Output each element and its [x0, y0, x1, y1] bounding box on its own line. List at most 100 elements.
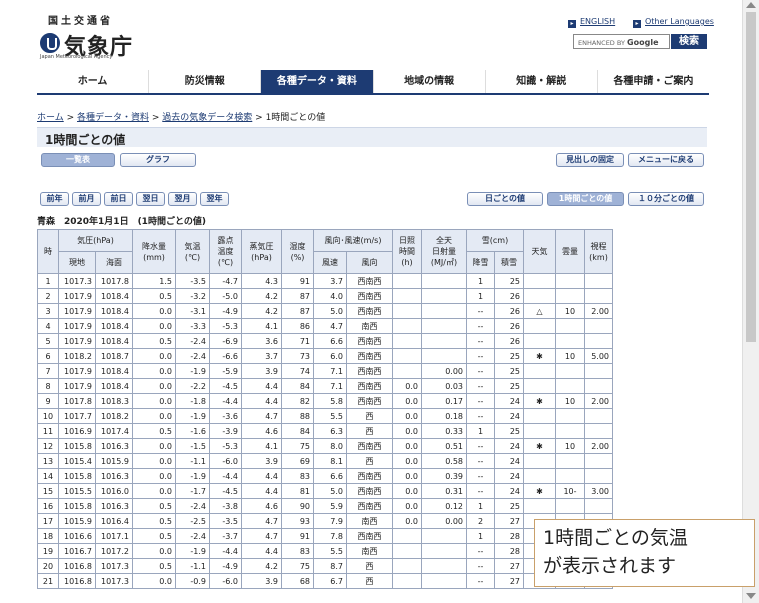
table-cell: 3.6: [241, 333, 282, 349]
table-row: 21 1016.8 1017.3 0.0 -0.9 -6.0 3.9 68 6.7 西 -- 27: [37, 573, 613, 589]
next-month-button[interactable]: 翌月: [168, 192, 197, 206]
table-cell: 0.12: [421, 498, 467, 514]
table-cell: 1016.0: [95, 483, 133, 499]
fix-header-button[interactable]: 見出しの固定: [556, 153, 624, 167]
table-cell: 3.9: [241, 363, 282, 379]
table-cell: 1017.3: [58, 273, 96, 289]
table-cell: 1018.4: [95, 318, 133, 334]
table-cell: [584, 318, 613, 334]
table-cell: [555, 318, 585, 334]
table-cell: 27: [494, 573, 524, 589]
table-cell: -3.1: [175, 303, 210, 319]
table-cell: 26: [494, 288, 524, 304]
table-cell: [584, 273, 613, 289]
table-cell: [555, 423, 585, 439]
table-cell: 1018.4: [95, 288, 133, 304]
table-cell: 25: [494, 498, 524, 514]
table-cell: 74: [281, 363, 314, 379]
table-cell: ✱: [523, 483, 556, 499]
table-cell: 1.5: [132, 273, 176, 289]
table-cell: 1017.9: [58, 303, 96, 319]
table-cell: 4.4: [241, 483, 282, 499]
table-cell: 6.6: [313, 468, 347, 484]
graph-view-button[interactable]: グラフ: [120, 153, 196, 167]
scroll-thumb[interactable]: [746, 12, 756, 342]
table-cell: 25: [494, 273, 524, 289]
prev-year-button[interactable]: 前年: [40, 192, 69, 206]
table-cell: 4.4: [241, 393, 282, 409]
table-cell: 0.31: [421, 483, 467, 499]
other-languages-link[interactable]: ▸ Other Languages: [633, 17, 714, 28]
table-cell: -1.9: [175, 468, 210, 484]
table-cell: 6.0: [313, 348, 347, 364]
search-input[interactable]: ENHANCED BY Google: [573, 34, 670, 49]
breadcrumb-data[interactable]: 各種データ・資料: [77, 113, 149, 123]
table-cell: 6.6: [313, 333, 347, 349]
table-cell: 83: [281, 468, 314, 484]
table-cell: 0.0: [392, 438, 422, 454]
table-cell: 4.7: [313, 318, 347, 334]
table-cell: 24: [494, 468, 524, 484]
table-cell: 25: [494, 423, 524, 439]
table-cell: 27: [494, 513, 524, 529]
nav-regional[interactable]: 地域の情報: [372, 70, 485, 93]
table-cell: -1.5: [175, 438, 210, 454]
scroll-up-icon[interactable]: [746, 2, 756, 8]
annotation-callout: 1時間ごとの気温 が表示されます: [534, 519, 755, 587]
scroll-down-icon[interactable]: [746, 593, 756, 599]
table-cell: 0.0: [132, 408, 176, 424]
breadcrumb-home[interactable]: ホーム: [37, 113, 64, 123]
table-cell: -2.5: [175, 513, 210, 529]
table-cell: 14: [37, 468, 59, 484]
table-cell: -2.4: [175, 498, 210, 514]
table-cell: -1.9: [175, 543, 210, 559]
nav-data[interactable]: 各種データ・資料: [260, 70, 373, 93]
table-cell: [555, 333, 585, 349]
table-cell: 86: [281, 318, 314, 334]
table-row: 9 1017.8 1018.3 0.0 -1.8 -4.4 4.4 82 5.8 西南西 0.0 0.…: [37, 393, 613, 409]
breadcrumb-past-data[interactable]: 過去の気象データ検索: [162, 113, 252, 123]
next-year-button[interactable]: 翌年: [200, 192, 229, 206]
vertical-scrollbar[interactable]: [742, 0, 759, 603]
table-row: 12 1015.8 1016.3 0.0 -1.5 -5.3 4.1 75 8.0 西南西 0.0 0…: [37, 438, 613, 454]
col-snow: 雪(cm): [466, 229, 524, 252]
table-view-button[interactable]: 一覧表: [41, 153, 115, 167]
table-cell: [392, 528, 422, 544]
english-link[interactable]: ▸ ENGLISH: [568, 17, 615, 28]
table-row: 2 1017.9 1018.4 0.5 -3.2 -5.0 4.2 87 4.0 西南西 1 26: [37, 288, 613, 304]
next-day-button[interactable]: 翌日: [136, 192, 165, 206]
table-cell: 1016.6: [58, 528, 96, 544]
table-cell: 1: [466, 528, 495, 544]
table-cell: 5.00: [584, 348, 613, 364]
table-cell: 0.0: [132, 543, 176, 559]
col-radiation: 全天 日射量 (MJ/㎡): [421, 229, 467, 274]
table-cell: 0.0: [392, 423, 422, 439]
nav-applications[interactable]: 各種申請・ご案内: [596, 70, 709, 93]
table-cell: -3.8: [209, 498, 242, 514]
table-cell: 0.0: [132, 573, 176, 589]
daily-values-button[interactable]: 日ごとの値: [467, 192, 543, 206]
nav-knowledge[interactable]: 知識・解説: [484, 70, 597, 93]
prev-day-button[interactable]: 前日: [104, 192, 133, 206]
nav-home[interactable]: ホーム: [37, 70, 148, 93]
prev-month-button[interactable]: 前月: [72, 192, 101, 206]
page: 国土交通省 気象庁 Japan Meteorological Agency ▸ E…: [0, 0, 759, 603]
search-button[interactable]: 検索: [671, 34, 707, 49]
table-cell: -3.5: [175, 273, 210, 289]
ministry-label: 国土交通省: [48, 16, 113, 27]
nav-disaster[interactable]: 防災情報: [148, 70, 260, 93]
table-row: 1 1017.3 1017.8 1.5 -3.5 -4.7 4.3 91 3.7 西南西 1 25: [37, 273, 613, 289]
hourly-values-button[interactable]: 1時間ごとの値: [547, 192, 624, 206]
table-cell: 75: [281, 438, 314, 454]
back-to-menu-button[interactable]: メニューに戻る: [628, 153, 704, 167]
breadcrumb-current: 1時間ごとの値: [265, 113, 326, 123]
table-cell: 1018.4: [95, 378, 133, 394]
table-cell: 0.0: [132, 318, 176, 334]
table-cell: -4.5: [209, 378, 242, 394]
table-cell: 7.9: [313, 513, 347, 529]
ten-minute-values-button[interactable]: １０分ごとの値: [628, 192, 704, 206]
table-cell: -0.9: [175, 573, 210, 589]
table-cell: [523, 453, 556, 469]
table-cell: 0.0: [392, 483, 422, 499]
jma-logo-icon[interactable]: [40, 33, 60, 53]
